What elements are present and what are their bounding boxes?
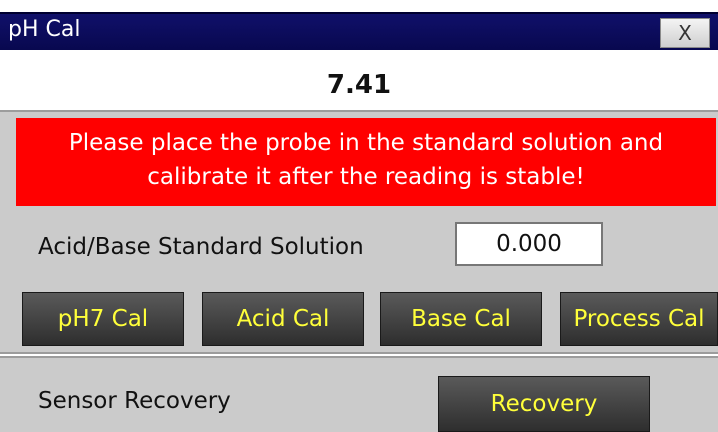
calibration-panel: Please place the probe in the standard s… — [0, 110, 718, 354]
standard-solution-label: Acid/Base Standard Solution — [38, 234, 364, 260]
window-title: pH Cal — [8, 17, 81, 42]
recovery-panel: Sensor Recovery Recovery — [0, 356, 718, 432]
warning-banner: Please place the probe in the standard s… — [16, 118, 716, 206]
acid-cal-button[interactable]: Acid Cal — [202, 292, 364, 346]
process-cal-button[interactable]: Process Cal — [560, 292, 718, 346]
title-bar-background — [0, 12, 718, 50]
standard-solution-input[interactable]: 0.000 — [455, 222, 603, 266]
ph-reading: 7.41 — [326, 70, 392, 100]
base-cal-button[interactable]: Base Cal — [380, 292, 542, 346]
warning-line-1: Please place the probe in the standard s… — [68, 130, 664, 156]
warning-line-2: calibrate it after the reading is stable… — [147, 164, 585, 190]
close-button[interactable]: X — [660, 18, 710, 48]
sensor-recovery-label: Sensor Recovery — [38, 388, 231, 414]
title-bar: pH Cal X — [0, 0, 718, 50]
ph7-cal-button[interactable]: pH7 Cal — [22, 292, 184, 346]
recovery-button[interactable]: Recovery — [438, 376, 650, 432]
